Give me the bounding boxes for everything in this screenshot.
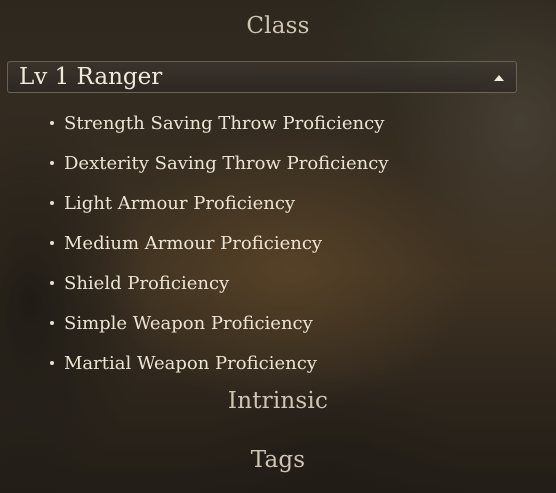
proficiency-label: Dexterity Saving Throw Proficiency — [64, 152, 389, 174]
bullet-icon — [50, 321, 54, 325]
bullet-icon — [50, 241, 54, 245]
section-title-tags[interactable]: Tags — [0, 447, 556, 473]
bullet-icon — [50, 281, 54, 285]
list-item[interactable]: Simple Weapon Proficiency — [46, 303, 389, 343]
bullet-icon — [50, 361, 54, 365]
proficiency-label: Strength Saving Throw Proficiency — [64, 112, 385, 134]
proficiency-label: Medium Armour Proficiency — [64, 232, 323, 254]
bullet-icon — [50, 121, 54, 125]
chevron-up-icon[interactable] — [494, 75, 504, 81]
list-item[interactable]: Dexterity Saving Throw Proficiency — [46, 143, 389, 183]
class-level-label: Lv 1 Ranger — [19, 64, 163, 90]
list-item[interactable]: Medium Armour Proficiency — [46, 223, 389, 263]
list-item[interactable]: Martial Weapon Proficiency — [46, 343, 389, 383]
list-item[interactable]: Strength Saving Throw Proficiency — [46, 103, 389, 143]
proficiency-list: Strength Saving Throw Proficiency Dexter… — [46, 103, 389, 383]
proficiency-label: Shield Proficiency — [64, 272, 230, 294]
proficiency-label: Martial Weapon Proficiency — [64, 352, 317, 374]
section-title-intrinsic[interactable]: Intrinsic — [0, 388, 556, 414]
proficiency-label: Simple Weapon Proficiency — [64, 312, 313, 334]
bullet-icon — [50, 161, 54, 165]
class-level-dropdown[interactable]: Lv 1 Ranger — [7, 61, 517, 93]
list-item[interactable]: Shield Proficiency — [46, 263, 389, 303]
list-item[interactable]: Light Armour Proficiency — [46, 183, 389, 223]
proficiency-label: Light Armour Proficiency — [64, 192, 296, 214]
bullet-icon — [50, 201, 54, 205]
section-title-class: Class — [246, 13, 310, 39]
